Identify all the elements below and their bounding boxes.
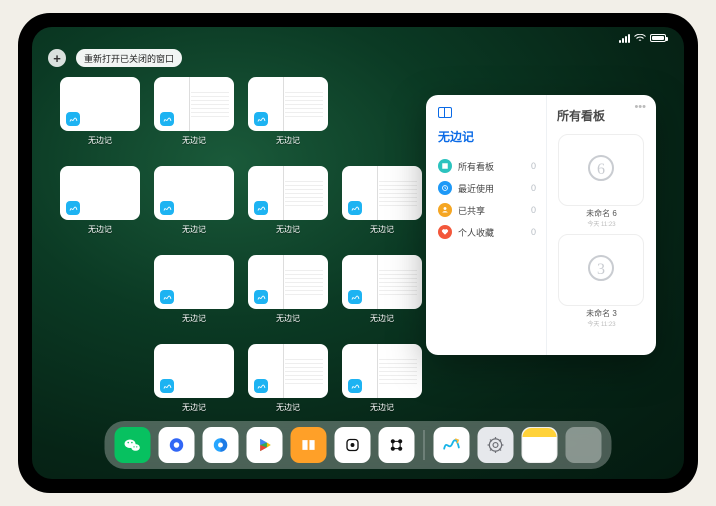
window-thumbnail[interactable]: 无边记 — [154, 255, 234, 324]
dock-app-play[interactable] — [247, 427, 283, 463]
window-thumbnail-label: 无边记 — [182, 135, 206, 146]
ipad-frame: + 重新打开已关闭的窗口 无边记 无边记 无边记 — [18, 13, 698, 493]
window-thumbnail-label: 无边记 — [276, 224, 300, 235]
freeform-app-icon — [160, 112, 174, 126]
window-thumbnail-label: 无边记 — [182, 313, 206, 324]
board-name: 未命名 6 — [557, 208, 646, 219]
dock-app-books[interactable] — [291, 427, 327, 463]
board-card[interactable]: 3 未命名 3 今天 11:23 — [557, 234, 646, 328]
window-thumbnail[interactable]: 无边记 — [248, 255, 328, 324]
sidebar-item-label: 最近使用 — [458, 182, 531, 195]
window-thumbnail-label: 无边记 — [88, 135, 112, 146]
new-window-button[interactable]: + — [48, 49, 66, 67]
freeform-app-icon — [348, 201, 362, 215]
freeform-app-icon — [254, 201, 268, 215]
dock-app-folder[interactable] — [566, 427, 602, 463]
red-icon — [438, 225, 452, 239]
board-time: 今天 11:23 — [557, 319, 646, 328]
window-thumbnail-label: 无边记 — [182, 224, 206, 235]
sidebar-item-count: 0 — [531, 161, 536, 171]
freeform-app-icon — [254, 379, 268, 393]
window-thumbnail-label: 无边记 — [276, 313, 300, 324]
window-thumbnail-label: 无边记 — [276, 402, 300, 413]
sidebar-item-count: 0 — [531, 227, 536, 237]
dock-app-wechat[interactable] — [115, 427, 151, 463]
sidebar-item-label: 所有看板 — [458, 160, 531, 173]
dock-app-settings[interactable] — [478, 427, 514, 463]
freeform-app-icon — [66, 112, 80, 126]
sidebar-item-label: 已共享 — [458, 204, 531, 217]
board-card[interactable]: 6 未命名 6 今天 11:23 — [557, 134, 646, 228]
window-thumbnail-label: 无边记 — [182, 402, 206, 413]
dock-app-dots[interactable] — [379, 427, 415, 463]
window-thumbnail[interactable]: 无边记 — [60, 77, 140, 146]
freeform-app-icon — [348, 290, 362, 304]
window-thumbnail[interactable]: 无边记 — [154, 77, 234, 146]
window-thumbnail[interactable]: 无边记 — [154, 166, 234, 235]
popover-right-title: 所有看板 — [557, 107, 646, 124]
popover-handle-icon[interactable]: ••• — [634, 101, 646, 113]
dock-app-browser2[interactable] — [203, 427, 239, 463]
svg-text:6: 6 — [597, 161, 605, 178]
window-thumbnail[interactable]: 无边记 — [154, 344, 234, 413]
sidebar-item-label: 个人收藏 — [458, 226, 531, 239]
svg-text:3: 3 — [597, 261, 605, 278]
window-thumbnail-label: 无边记 — [370, 224, 394, 235]
window-thumbnail[interactable]: 无边记 — [342, 344, 422, 413]
sidebar-item-amber[interactable]: 已共享 0 — [438, 199, 536, 221]
window-thumbnail-label: 无边记 — [88, 224, 112, 235]
window-thumbnail-label: 无边记 — [276, 135, 300, 146]
window-thumbnail[interactable]: 无边记 — [248, 344, 328, 413]
dock — [105, 421, 612, 469]
restore-closed-window-button[interactable]: 重新打开已关闭的窗口 — [76, 49, 182, 67]
freeform-app-icon — [160, 379, 174, 393]
sidebar-item-count: 0 — [531, 205, 536, 215]
status-right — [619, 34, 666, 43]
sidebar-item-red[interactable]: 个人收藏 0 — [438, 221, 536, 243]
freeform-app-icon — [348, 379, 362, 393]
freeform-popover[interactable]: ••• 无边记 所有看板 0 最近使用 0 已共享 0 个人收藏 0 所有看板 — [426, 95, 656, 355]
screen: + 重新打开已关闭的窗口 无边记 无边记 无边记 — [32, 27, 684, 479]
blue-icon — [438, 181, 452, 195]
window-thumbnail-label: 无边记 — [370, 402, 394, 413]
window-thumbnail[interactable]: 无边记 — [60, 166, 140, 235]
amber-icon — [438, 203, 452, 217]
sidebar-item-count: 0 — [531, 183, 536, 193]
dock-app-freeform[interactable] — [434, 427, 470, 463]
teal-icon — [438, 159, 452, 173]
freeform-app-icon — [254, 112, 268, 126]
sidebar-item-teal[interactable]: 所有看板 0 — [438, 155, 536, 177]
dock-separator — [424, 430, 425, 460]
popover-section-title: 无边记 — [438, 128, 536, 145]
board-time: 今天 11:23 — [557, 219, 646, 228]
board-sketch-icon: 3 — [581, 250, 621, 290]
window-grid: 无边记 无边记 无边记 无边记 — [60, 77, 420, 413]
signal-icon — [619, 34, 630, 43]
freeform-app-icon — [254, 290, 268, 304]
window-thumbnail[interactable]: 无边记 — [248, 166, 328, 235]
wifi-icon — [634, 34, 646, 42]
dock-app-browser1[interactable] — [159, 427, 195, 463]
dock-app-notes[interactable] — [522, 427, 558, 463]
board-name: 未命名 3 — [557, 308, 646, 319]
window-thumbnail[interactable]: 无边记 — [342, 166, 422, 235]
window-thumbnail[interactable]: 无边记 — [342, 255, 422, 324]
dock-app-roll[interactable] — [335, 427, 371, 463]
board-sketch-icon: 6 — [581, 150, 621, 190]
sidebar-item-blue[interactable]: 最近使用 0 — [438, 177, 536, 199]
freeform-app-icon — [66, 201, 80, 215]
battery-icon — [650, 34, 666, 42]
sidebar-icon — [438, 107, 452, 118]
window-thumbnail-label: 无边记 — [370, 313, 394, 324]
freeform-app-icon — [160, 201, 174, 215]
freeform-app-icon — [160, 290, 174, 304]
window-thumbnail[interactable]: 无边记 — [248, 77, 328, 146]
status-bar — [44, 31, 672, 45]
